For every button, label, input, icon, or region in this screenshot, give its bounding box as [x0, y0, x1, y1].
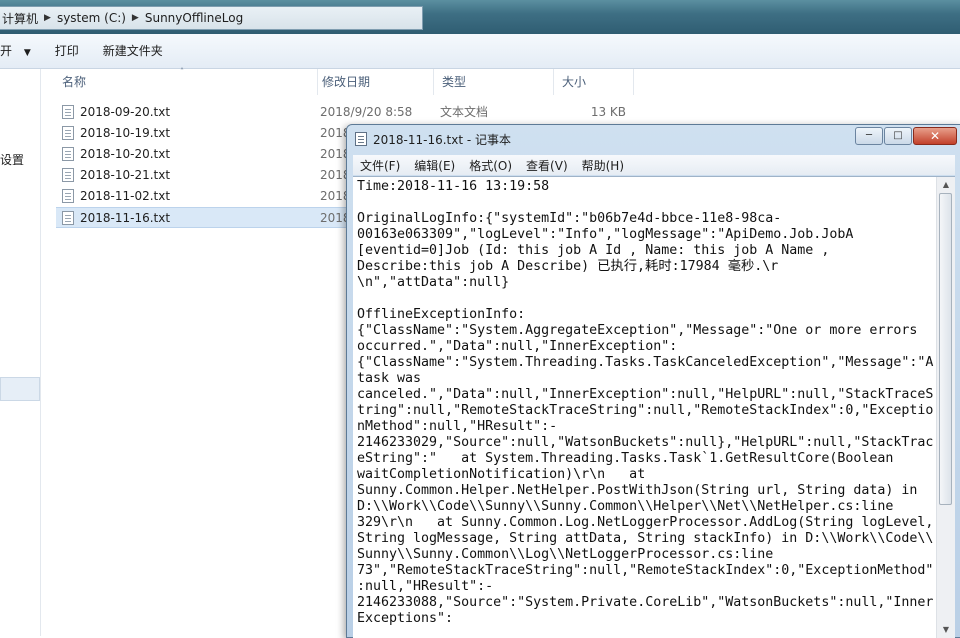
column-header-type[interactable]: 类型 — [434, 69, 554, 95]
menu-view[interactable]: 查看(V) — [519, 157, 575, 174]
file-name: 2018-11-16.txt — [80, 211, 171, 225]
text-file-icon — [62, 189, 74, 203]
navigation-pane: 设置 — [0, 69, 41, 636]
nav-item-selected[interactable] — [0, 377, 40, 401]
notepad-window: 2018-11-16.txt - 记事本 ─ □ ✕ 文件(F) 编辑(E) 格… — [346, 124, 960, 638]
minimize-button[interactable]: ─ — [855, 127, 883, 145]
file-type: 文本文档 — [440, 105, 489, 119]
address-bar-area: 计算机 ▶ system (C:) ▶ SunnyOfflineLog — [0, 0, 960, 34]
new-folder-button[interactable]: 新建文件夹 — [91, 34, 175, 68]
menu-help[interactable]: 帮助(H) — [575, 157, 631, 174]
file-name: 2018-11-02.txt — [80, 189, 171, 203]
file-name: 2018-10-20.txt — [80, 147, 171, 161]
menu-edit[interactable]: 编辑(E) — [407, 157, 462, 174]
document-text[interactable]: Time:2018-11-16 13:19:58 OriginalLogInfo… — [357, 179, 933, 627]
file-name: 2018-09-20.txt — [80, 105, 171, 119]
scrollbar-thumb[interactable] — [939, 193, 952, 505]
nav-item-settings[interactable]: 设置 — [0, 151, 24, 168]
dropdown-arrow-icon: ▼ — [23, 48, 31, 58]
close-button[interactable]: ✕ — [913, 127, 957, 145]
maximize-button[interactable]: □ — [884, 127, 912, 145]
column-header-size[interactable]: 大小 — [554, 69, 634, 95]
menu-format[interactable]: 格式(O) — [462, 157, 519, 174]
scroll-down-arrow-icon[interactable]: ▼ — [939, 623, 953, 637]
open-button[interactable]: 开 ▼ — [0, 34, 43, 68]
text-editor[interactable]: Time:2018-11-16 13:19:58 OriginalLogInfo… — [353, 176, 955, 638]
menu-file[interactable]: 文件(F) — [353, 157, 407, 174]
sort-arrow-icon: ˄ — [180, 67, 184, 76]
column-header-name[interactable]: 名称 — [54, 69, 318, 95]
minimize-icon: ─ — [865, 130, 873, 141]
text-file-icon — [62, 147, 74, 161]
notepad-icon — [355, 132, 367, 146]
file-name: 2018-10-21.txt — [80, 168, 171, 182]
address-bar[interactable]: 计算机 ▶ system (C:) ▶ SunnyOfflineLog — [0, 6, 423, 30]
text-file-icon — [62, 168, 74, 182]
maximize-icon: □ — [893, 130, 903, 141]
breadcrumb-separator-icon[interactable]: ▶ — [44, 13, 51, 23]
explorer-toolbar: 开 ▼ 打印 新建文件夹 — [0, 34, 960, 69]
file-row[interactable]: 2018-09-20.txt 2018/9/20 8:58 文本文档 13 KB — [56, 102, 960, 123]
print-button[interactable]: 打印 — [43, 34, 91, 68]
scroll-up-arrow-icon[interactable]: ▲ — [939, 178, 953, 192]
breadcrumb-folder[interactable]: SunnyOfflineLog — [145, 11, 243, 25]
menu-bar: 文件(F) 编辑(E) 格式(O) 查看(V) 帮助(H) — [353, 155, 955, 175]
open-button-label: 开 — [0, 44, 13, 58]
breadcrumb-computer[interactable]: 计算机 — [2, 10, 38, 27]
breadcrumb-separator-icon[interactable]: ▶ — [132, 13, 139, 23]
window-title: 2018-11-16.txt - 记事本 — [373, 133, 512, 147]
text-file-icon — [62, 105, 74, 119]
text-file-icon — [62, 211, 74, 225]
file-name: 2018-10-19.txt — [80, 126, 171, 140]
file-size: 13 KB — [590, 105, 626, 119]
breadcrumb-drive[interactable]: system (C:) — [57, 11, 126, 25]
file-date: 2018/9/20 8:58 — [320, 105, 413, 119]
vertical-scrollbar[interactable]: ▲ ▼ — [936, 177, 955, 638]
text-file-icon — [62, 126, 74, 140]
column-header-modified[interactable]: 修改日期 — [314, 69, 434, 95]
close-icon: ✕ — [929, 129, 941, 143]
